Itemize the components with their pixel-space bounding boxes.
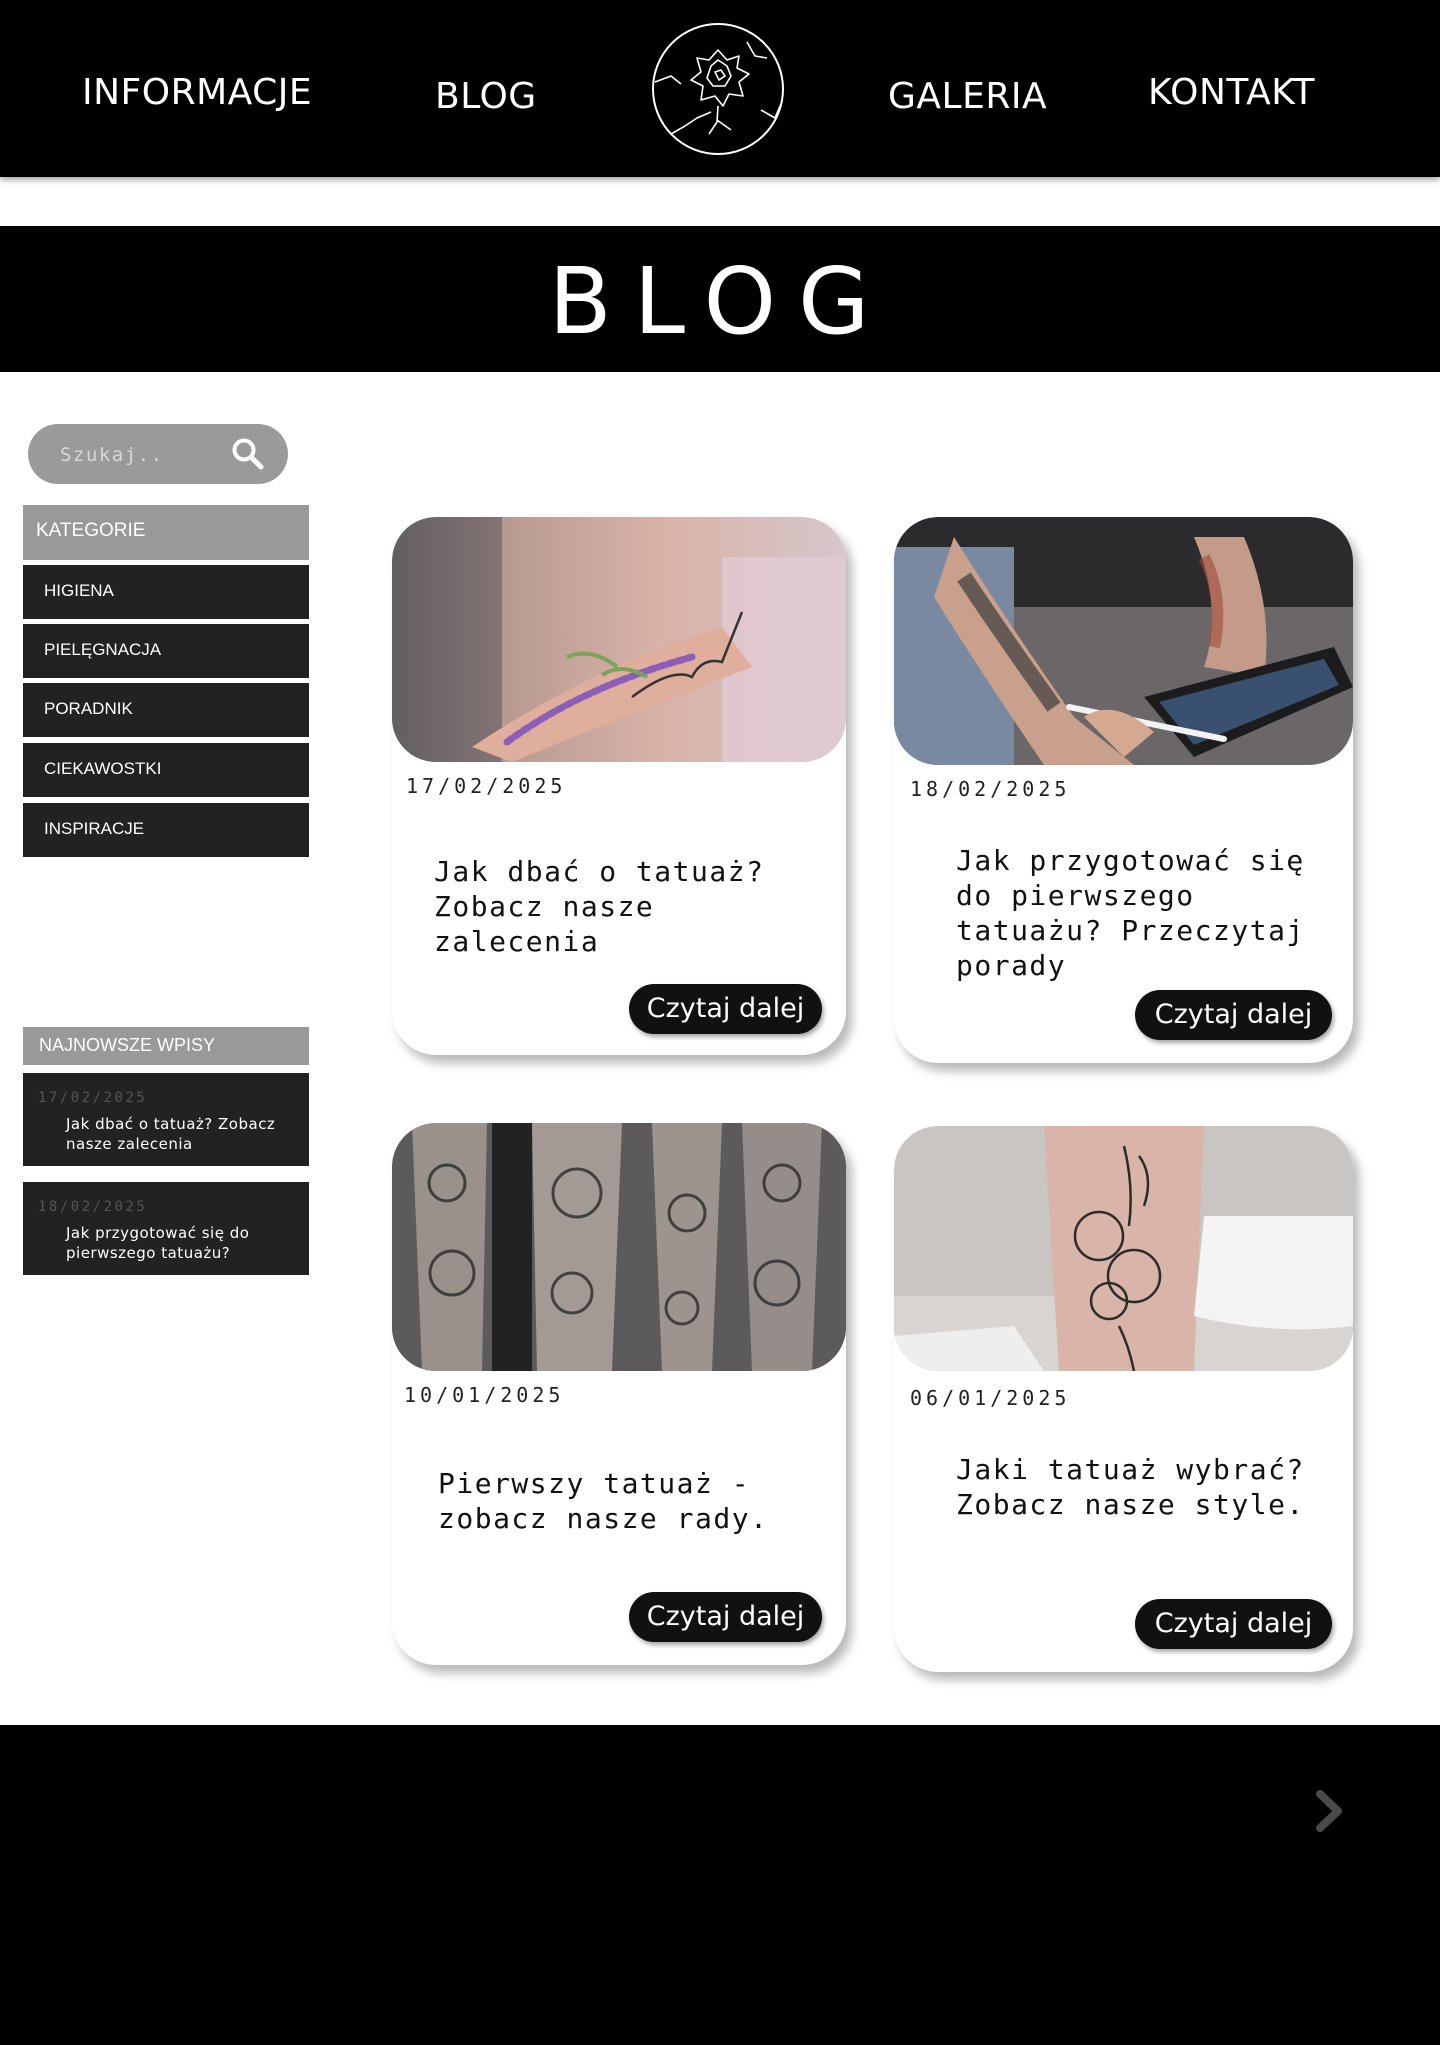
search-icon[interactable] (230, 436, 266, 472)
top-navigation: INFORMACJE BLOG GALERIA KONTAKT (0, 0, 1440, 177)
category-higiena[interactable]: HIGIENA (23, 565, 309, 619)
recent-posts-header: NAJNOWSZE WPISY (23, 1027, 309, 1065)
recent-post-title: Jak dbać o tatuaż? Zobacz nasze zaleceni… (66, 1115, 276, 1153)
read-more-button[interactable]: Czytaj dalej (1135, 1599, 1332, 1649)
category-pielegnacja[interactable]: PIELĘGNACJA (23, 624, 309, 678)
search-input[interactable] (58, 438, 222, 472)
floral-leg-tattoo-photo[interactable] (894, 1126, 1353, 1371)
category-inspiracje[interactable]: INSPIRACJE (23, 803, 309, 857)
post-date: 18/02/2025 (910, 777, 1071, 801)
post-card: 10/01/2025 Pierwszy tatuaż - zobacz nasz… (392, 1123, 846, 1665)
post-title: Jak przygotować się do pierwszego tatuaż… (956, 844, 1305, 982)
post-date: 06/01/2025 (910, 1386, 1071, 1410)
post-card: 06/01/2025 Jaki tatuaż wybrać? Zobacz na… (894, 1126, 1353, 1672)
post-date: 17/02/2025 (406, 774, 567, 798)
recent-post-date: 17/02/2025 (38, 1090, 148, 1106)
chevron-right-icon[interactable] (1310, 1788, 1350, 1834)
read-more-button[interactable]: Czytaj dalej (1135, 990, 1332, 1040)
category-poradnik[interactable]: PORADNIK (23, 683, 309, 737)
post-date: 10/01/2025 (404, 1383, 565, 1407)
sleeve-tattoos-photo[interactable] (392, 1123, 846, 1371)
read-more-button[interactable]: Czytaj dalej (629, 1592, 822, 1642)
nav-informacje[interactable]: INFORMACJE (82, 72, 312, 113)
post-title: Jaki tatuaż wybrać? Zobacz nasze style. (956, 1453, 1305, 1521)
tattoo-artist-tablet-photo[interactable] (894, 517, 1353, 765)
post-card: 17/02/2025 Jak dbać o tatuaż? Zobacz nas… (392, 517, 846, 1055)
page-title: BLOG (548, 248, 892, 355)
post-title: Pierwszy tatuaż - zobacz nasze rady. (438, 1467, 769, 1535)
post-title: Jak dbać o tatuaż? Zobacz nasze zaleceni… (434, 855, 765, 958)
recent-post-title: Jak przygotować się do pierwszego tatuaż… (66, 1224, 250, 1262)
post-card: 18/02/2025 Jak przygotować się do pierws… (894, 517, 1353, 1063)
nav-blog[interactable]: BLOG (435, 76, 537, 117)
recent-post-date: 18/02/2025 (38, 1199, 148, 1215)
categories-header: KATEGORIE (23, 505, 309, 560)
category-ciekawostki[interactable]: CIEKAWOSTKI (23, 743, 309, 797)
blog-banner: BLOG (0, 226, 1440, 372)
recent-post-item[interactable]: 17/02/2025 Jak dbać o tatuaż? Zobacz nas… (23, 1073, 309, 1166)
nav-galeria[interactable]: GALERIA (888, 76, 1047, 117)
recent-post-item[interactable]: 18/02/2025 Jak przygotować się do pierws… (23, 1182, 309, 1275)
footer (0, 1725, 1440, 2045)
rose-logo-icon[interactable] (651, 22, 785, 156)
nav-kontakt[interactable]: KONTAKT (1148, 72, 1315, 113)
lavender-amor-fati-tattoo-photo[interactable] (392, 517, 846, 762)
read-more-button[interactable]: Czytaj dalej (629, 984, 822, 1034)
